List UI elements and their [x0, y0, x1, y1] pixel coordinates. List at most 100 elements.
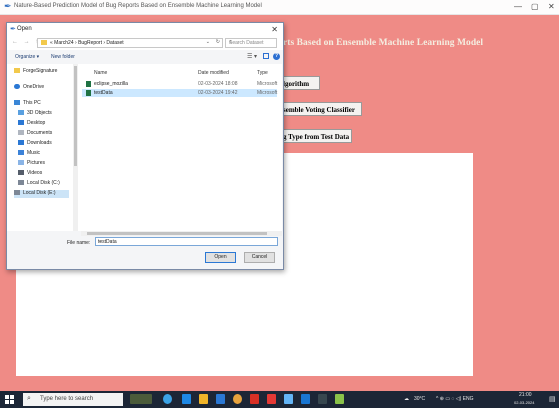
help-icon[interactable]: ? — [273, 53, 280, 60]
weather-temperature[interactable]: 30°C — [414, 396, 425, 402]
taskbar: ⌕ Type here to search ☁ 30°C ^ ⊕ ▭ ◌ ◁) … — [0, 391, 559, 408]
open-file-dialog: ✒ Open ✕ ← → ↑ « March24 › BugReport › D… — [6, 22, 284, 270]
acrobat-icon[interactable] — [250, 394, 259, 404]
disk-icon — [18, 180, 24, 185]
column-header-type[interactable]: Type — [257, 70, 268, 76]
file-date: 02-03-2024 18:08 — [198, 81, 238, 87]
maximize-button[interactable]: ▢ — [531, 2, 539, 11]
mail-icon[interactable] — [216, 394, 225, 404]
download-icon — [18, 140, 24, 145]
weather-icon[interactable]: ☁ — [404, 396, 409, 402]
path-breadcrumb[interactable]: « March24 › BugReport › Dataset ⌄ ↻ — [37, 38, 223, 48]
search-input[interactable]: Search Dataset ⌕ — [225, 38, 277, 48]
run-algorithm-button[interactable]: lgorithm — [278, 76, 320, 90]
file-row-selected[interactable]: testData 02-03-2024 19:42 Microsoft Exce… — [82, 89, 279, 97]
view-options-icon[interactable]: ☰ ▾ — [247, 53, 257, 60]
document-icon — [18, 130, 24, 135]
running-app-icon[interactable] — [335, 394, 344, 404]
breadcrumb-path[interactable]: « March24 › BugReport › Dataset — [50, 40, 124, 46]
window-title-bar: ✒ Nature-Based Prediction Model of Bug R… — [0, 0, 559, 15]
nav-item-documents[interactable]: Documents — [18, 130, 52, 138]
scrollbar-thumb[interactable] — [87, 232, 267, 235]
picture-icon — [18, 160, 24, 165]
file-explorer-icon[interactable] — [199, 394, 208, 404]
column-header-date[interactable]: Date modified — [198, 70, 229, 76]
open-button[interactable]: Open — [205, 252, 236, 263]
folder-icon — [14, 68, 20, 73]
python-idle-icon[interactable] — [284, 394, 293, 404]
notification-icon[interactable]: ▤ — [549, 395, 556, 403]
file-date: 02-03-2024 19:42 — [198, 90, 238, 96]
file-type: Microsoft Excel — [257, 90, 279, 96]
nav-item-pictures[interactable]: Pictures — [18, 160, 45, 168]
nav-item-3d-objects[interactable]: 3D Objects — [18, 110, 52, 118]
file-name-label: File name: — [67, 240, 91, 246]
task-view-icon[interactable] — [182, 394, 191, 404]
search-icon: ⌕ — [27, 395, 31, 402]
chrome-icon[interactable] — [233, 394, 242, 404]
file-name-input[interactable]: testData ⌄ — [95, 237, 278, 246]
cloud-icon — [14, 84, 20, 89]
file-row[interactable]: eclipse_mozilla 02-03-2024 18:08 Microso… — [82, 80, 279, 88]
nav-item-local-disk-e[interactable]: Local Disk (E:) — [14, 190, 69, 198]
folder-icon — [41, 40, 47, 45]
file-list: Name Date modified Type eclipse_mozilla … — [81, 64, 282, 231]
scrollbar-thumb[interactable] — [74, 66, 77, 166]
ensemble-voting-button[interactable]: semble Voting Classifier — [278, 102, 362, 116]
video-icon — [18, 170, 24, 175]
nav-scrollbar[interactable] — [73, 64, 78, 231]
dialog-toolbar: Organize ▾ New folder ☰ ▾ ? — [7, 52, 283, 63]
predict-test-data-button[interactable]: g Type from Test Data — [278, 129, 352, 143]
dialog-app-icon: ✒ — [10, 26, 16, 33]
taskbar-search-placeholder: Type here to search — [40, 396, 94, 402]
vscode-icon[interactable] — [301, 394, 310, 404]
dialog-title: Open — [17, 26, 32, 32]
close-button[interactable]: ✕ — [548, 2, 555, 11]
file-name: eclipse_mozilla — [94, 81, 128, 87]
system-tray-icons[interactable]: ^ ⊕ ▭ ◌ ◁) ENG — [436, 396, 474, 402]
cancel-button[interactable]: Cancel — [244, 252, 275, 263]
column-header-name[interactable]: Name — [94, 70, 107, 76]
file-type: Microsoft Excel — [257, 81, 279, 87]
chevron-down-icon[interactable]: ⌄ — [206, 39, 210, 45]
music-icon — [18, 150, 24, 155]
preview-pane-icon[interactable] — [263, 53, 269, 59]
nav-item-forgesignature[interactable]: ForgeSignature — [14, 68, 57, 76]
app-heading: rts Based on Ensemble Machine Learning M… — [283, 38, 484, 48]
window-title: Nature-Based Prediction Model of Bug Rep… — [14, 3, 262, 9]
taskbar-search-input[interactable]: ⌕ Type here to search — [23, 393, 123, 406]
windows-start-icon[interactable] — [5, 395, 14, 404]
organize-menu[interactable]: Organize ▾ — [15, 54, 39, 60]
nav-item-desktop[interactable]: Desktop — [18, 120, 45, 128]
nav-item-music[interactable]: Music — [18, 150, 40, 158]
nav-item-onedrive[interactable]: OneDrive — [14, 84, 44, 92]
nav-item-this-pc[interactable]: This PC — [14, 100, 41, 108]
app-icon[interactable] — [267, 394, 276, 404]
clock-date[interactable]: 02-03-2024 — [514, 400, 534, 405]
minimize-button[interactable]: — — [514, 2, 522, 11]
navigation-pane: ForgeSignature OneDrive This PC 3D Objec… — [7, 64, 81, 231]
cortana-icon[interactable] — [163, 394, 172, 404]
dialog-title-bar: ✒ Open ✕ — [7, 23, 283, 36]
nav-item-videos[interactable]: Videos — [18, 170, 42, 178]
refresh-icon[interactable]: ↻ — [216, 39, 220, 45]
cube-icon — [18, 110, 24, 115]
search-highlights-icon[interactable] — [130, 394, 152, 404]
app-icon: ✒ — [4, 1, 12, 11]
chevron-down-icon[interactable]: ⌄ — [98, 238, 275, 244]
nav-item-downloads[interactable]: Downloads — [18, 140, 52, 148]
horizontal-scrollbar[interactable] — [81, 231, 282, 236]
terminal-icon[interactable] — [318, 394, 327, 404]
search-icon: ⌕ — [229, 39, 232, 45]
new-folder-button[interactable]: New folder — [51, 54, 75, 60]
file-name: testData — [94, 90, 113, 96]
desktop-icon — [18, 120, 24, 125]
dialog-close-button[interactable]: ✕ — [271, 25, 278, 34]
nav-item-local-disk-c[interactable]: Local Disk (C:) — [18, 180, 60, 188]
excel-file-icon — [86, 81, 91, 87]
address-bar: ← → ↑ « March24 › BugReport › Dataset ⌄ … — [7, 36, 283, 50]
excel-file-icon — [86, 90, 91, 96]
clock-time[interactable]: 21:00 — [519, 392, 532, 398]
computer-icon — [14, 100, 20, 105]
disk-icon — [14, 190, 20, 195]
